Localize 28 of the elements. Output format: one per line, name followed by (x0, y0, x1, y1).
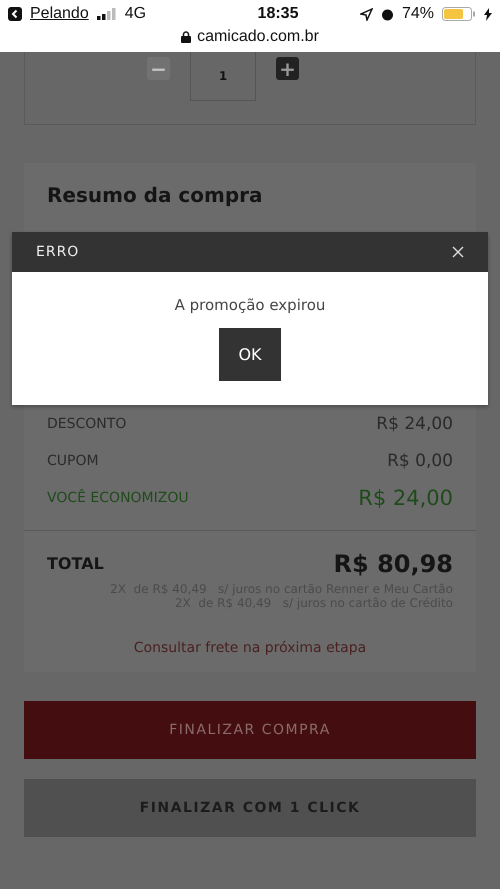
summary-label: CUPOM (47, 452, 99, 468)
summary-value: R$ 0,00 (387, 450, 453, 470)
clock: 18:35 (256, 5, 298, 23)
summary-value: R$ 24,00 (376, 414, 453, 434)
summary-title: Resumo da compra (47, 183, 264, 207)
quantity-field[interactable]: 1 (190, 52, 256, 101)
network-label: 4G (124, 5, 146, 23)
back-link[interactable]: Pelando (30, 5, 89, 23)
dialog-title: ERRO (36, 244, 80, 260)
battery-percent: 74% (402, 5, 434, 23)
total-value: R$ 80,98 (334, 550, 453, 578)
lock-icon (181, 31, 192, 43)
summary-label: VOCÊ ECONOMIZOU (47, 490, 189, 506)
battery-icon (442, 7, 476, 21)
summary-value: R$ 24,00 (358, 486, 453, 510)
total-label: TOTAL (47, 554, 104, 573)
ok-button[interactable]: OK (219, 328, 281, 381)
dialog-message: A promoção expirou (174, 296, 326, 314)
shipping-link[interactable]: Consultar frete na próxima etapa (134, 640, 366, 656)
signal-icon (96, 8, 117, 20)
checkout-button[interactable]: FINALIZAR COMPRA (24, 701, 476, 759)
increase-button[interactable]: + (276, 57, 299, 80)
charging-icon (484, 8, 492, 20)
location-icon (360, 8, 373, 20)
close-icon[interactable] (452, 246, 464, 258)
url-text[interactable]: camicado.com.br (197, 28, 319, 46)
summary-label: DESCONTO (47, 416, 126, 432)
back-icon[interactable] (8, 7, 22, 21)
